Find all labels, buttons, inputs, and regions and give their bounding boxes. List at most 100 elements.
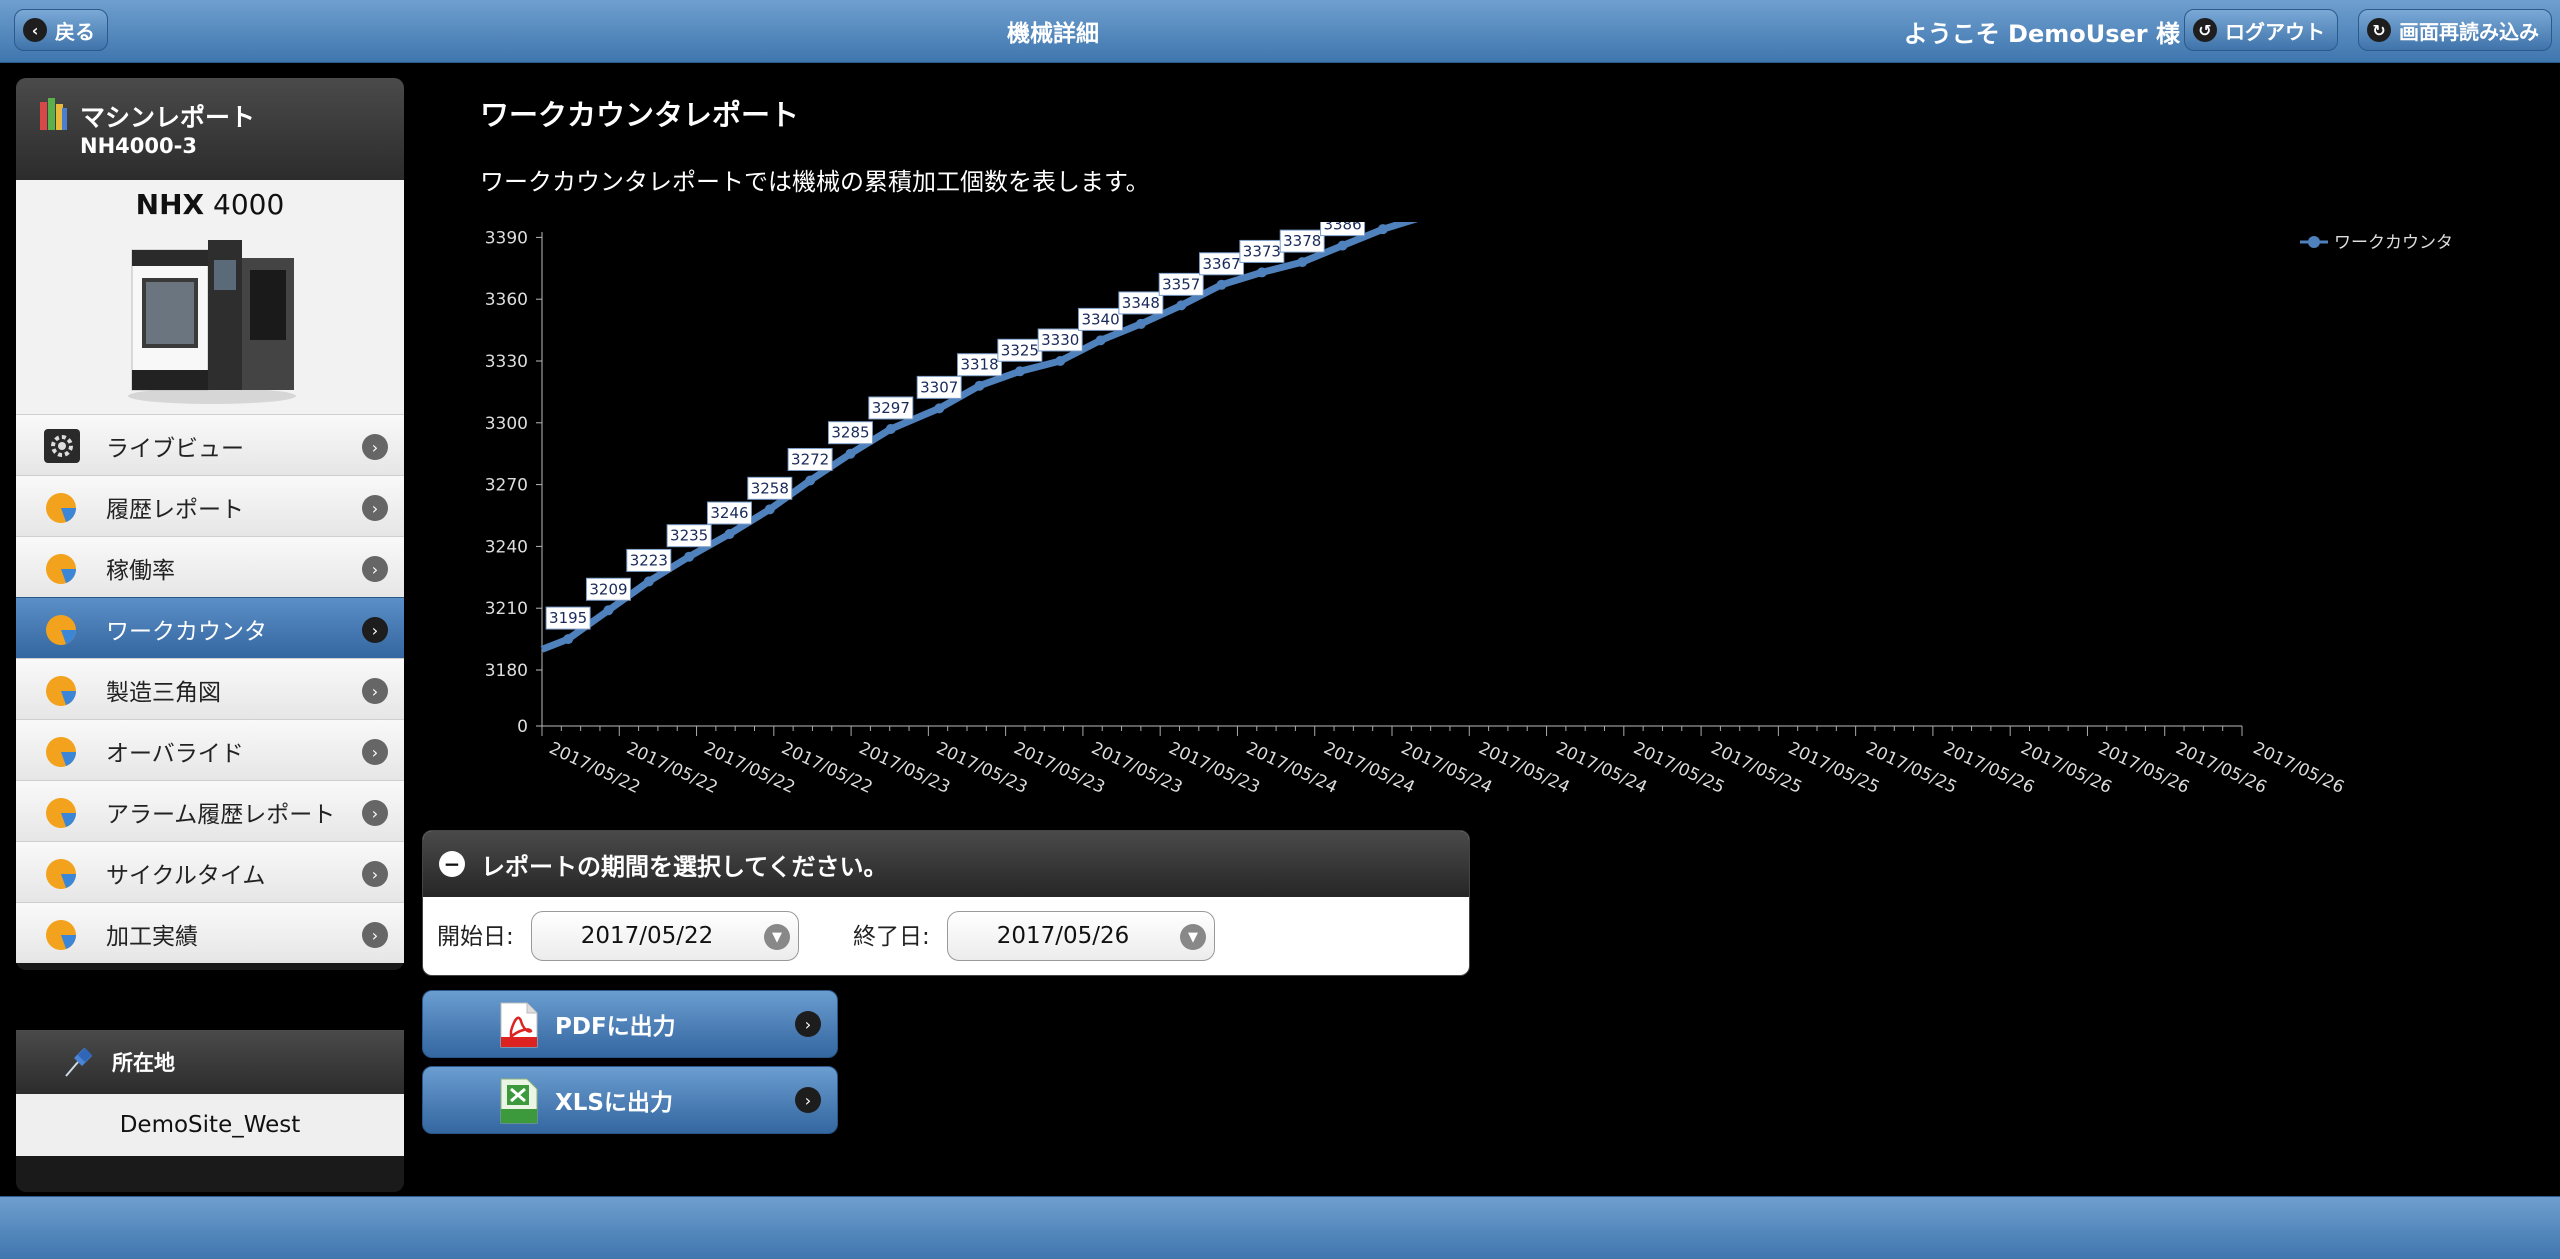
chevron-down-icon: ▼ <box>1180 924 1206 950</box>
location-value: DemoSite_West <box>16 1094 404 1156</box>
pie-chart-icon <box>46 615 76 645</box>
y-tick-label: 3390 <box>485 228 528 248</box>
pie-chart-icon <box>46 554 76 584</box>
data-label: 3258 <box>751 479 789 497</box>
bottom-footer <box>0 1196 2560 1259</box>
data-label: 3367 <box>1202 255 1240 273</box>
legend-label: ワークカウンタ <box>2334 233 2453 253</box>
period-header[interactable]: − レポートの期間を選択してください。 <box>423 831 1469 897</box>
data-point <box>1216 279 1227 290</box>
sidebar-item-label: 履歴レポート <box>106 496 244 523</box>
sidebar-item-label: ライブビュー <box>106 435 244 462</box>
start-date-value: 2017/05/22 <box>580 923 714 949</box>
y-tick-label: 3180 <box>485 661 528 681</box>
sidebar-item-6[interactable]: アラーム履歴レポート › <box>16 780 404 841</box>
y-tick-label: 3360 <box>485 290 528 310</box>
data-point <box>934 403 945 414</box>
chevron-right-icon: › <box>362 434 388 460</box>
export-xls-button[interactable]: XLSに出力 › <box>422 1066 838 1134</box>
sidebar-item-1[interactable]: 履歴レポート › <box>16 475 404 536</box>
data-label: 3223 <box>630 551 668 569</box>
data-point <box>885 423 896 434</box>
data-label: 3330 <box>1041 331 1079 349</box>
end-date-select[interactable]: 2017/05/26 ▼ <box>947 911 1215 961</box>
data-label: 3209 <box>589 580 627 598</box>
logout-icon: ↺ <box>2193 18 2217 42</box>
data-point <box>724 529 735 540</box>
sidebar-menu: ライブビュー › 履歴レポート › 稼働率 › ワークカウンタ › 製造三角図 › オーバライド › ア… <box>16 414 404 963</box>
top-header: ‹ 戻る 機械詳細 ようこそ DemoUser 様 ↺ ログアウト ↻ 画面再読… <box>0 0 2560 63</box>
data-label: 3373 <box>1243 242 1281 260</box>
pdf-file-icon <box>500 1002 538 1048</box>
chevron-down-icon: ▼ <box>764 924 790 950</box>
machine-report-title: マシンレポート <box>80 103 256 132</box>
machine-report-header: マシンレポート NH4000-3 <box>16 78 404 180</box>
data-point <box>603 605 614 616</box>
data-point <box>563 634 574 645</box>
collapse-icon[interactable]: − <box>439 851 465 877</box>
chevron-right-icon: › <box>362 922 388 948</box>
work-counter-chart: 0318032103240327033003330336033903420345… <box>485 222 2453 798</box>
start-date-select[interactable]: 2017/05/22 ▼ <box>531 911 799 961</box>
reload-button[interactable]: ↻ 画面再読み込み <box>2358 9 2552 51</box>
y-tick-label: 3300 <box>485 414 528 434</box>
sidebar-item-2[interactable]: 稼働率 › <box>16 536 404 597</box>
data-label: 3386 <box>1323 222 1361 234</box>
sidebar-item-label: 製造三角図 <box>106 679 221 706</box>
export-xls-label: XLSに出力 <box>555 1090 673 1116</box>
data-label: 3348 <box>1122 294 1160 312</box>
export-pdf-label: PDFに出力 <box>555 1014 676 1040</box>
logout-label: ログアウト <box>2225 19 2325 44</box>
data-point <box>1135 318 1146 329</box>
refresh-icon: ↻ <box>2367 18 2391 42</box>
sidebar-item-7[interactable]: サイクルタイム › <box>16 841 404 902</box>
data-point <box>1095 335 1106 346</box>
welcome-text: ようこそ DemoUser 様 <box>1903 19 2180 48</box>
pie-chart-icon <box>46 493 76 523</box>
chevron-right-icon: › <box>362 678 388 704</box>
sidebar-item-0[interactable]: ライブビュー › <box>16 414 404 475</box>
data-point <box>1176 300 1187 311</box>
sidebar-item-5[interactable]: オーバライド › <box>16 719 404 780</box>
sidebar-item-4[interactable]: 製造三角図 › <box>16 658 404 719</box>
page-description: ワークカウンタレポートでは機械の累積加工個数を表します。 <box>480 168 1150 196</box>
pie-chart-icon <box>46 676 76 706</box>
end-date-value: 2017/05/26 <box>996 923 1130 949</box>
chevron-right-icon: › <box>795 1087 821 1113</box>
y-tick-label: 3240 <box>485 537 528 557</box>
data-point <box>805 475 816 486</box>
data-label: 3235 <box>670 527 708 545</box>
data-label: 3285 <box>831 424 869 442</box>
export-pdf-button[interactable]: PDFに出力 › <box>422 990 838 1058</box>
logout-button[interactable]: ↺ ログアウト <box>2184 9 2338 51</box>
data-point <box>845 448 856 459</box>
machine-card: NHX 4000 <box>16 180 404 414</box>
data-point <box>1256 267 1267 278</box>
chevron-right-icon: › <box>362 861 388 887</box>
chevron-right-icon: › <box>362 495 388 521</box>
data-label: 3297 <box>872 399 910 417</box>
sidebar-item-8[interactable]: 加工実績 › <box>16 902 404 963</box>
chevron-right-icon: › <box>795 1011 821 1037</box>
sidebar-item-3[interactable]: ワークカウンタ › <box>16 597 404 658</box>
data-label: 3272 <box>791 450 829 468</box>
pie-chart-icon <box>46 798 76 828</box>
data-label: 3318 <box>960 356 998 374</box>
pie-chart-icon <box>46 920 76 950</box>
sidebar: マシンレポート NH4000-3 NHX 4000 ライブビュー › 履歴レポート ›… <box>16 78 404 1094</box>
machine-image <box>128 240 296 404</box>
sidebar-item-label: サイクルタイム <box>106 862 266 889</box>
data-point <box>1337 240 1348 251</box>
chevron-right-icon: › <box>362 617 388 643</box>
sidebar-item-label: アラーム履歴レポート <box>106 801 336 828</box>
sidebar-bottom <box>16 1156 404 1192</box>
page-header-title: 機械詳細 <box>1007 21 1099 47</box>
gear-icon <box>44 429 80 463</box>
pushpin-icon <box>65 1047 93 1077</box>
data-point <box>1377 224 1388 235</box>
data-label: 3378 <box>1283 232 1321 250</box>
location-label: 所在地 <box>112 1051 175 1075</box>
y-tick-label: 3210 <box>485 599 528 619</box>
data-label: 3195 <box>549 609 587 627</box>
pie-chart-icon <box>46 859 76 889</box>
